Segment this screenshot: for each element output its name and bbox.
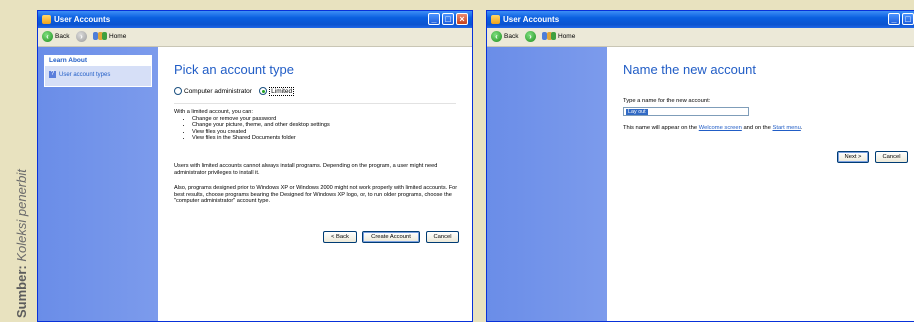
window-title: User Accounts: [54, 15, 111, 24]
learn-about-panel: Learn About ? User account types: [44, 55, 152, 87]
note-text: .: [800, 125, 803, 131]
cancel-button[interactable]: Cancel: [426, 231, 459, 243]
main-content: Name the new account Type a name for the…: [607, 47, 914, 321]
radio-circle-icon: [174, 87, 182, 95]
capability-list: Change or remove your password Change yo…: [174, 116, 462, 142]
radio-limited[interactable]: Limited: [259, 86, 295, 96]
radio-selected-icon: [259, 87, 268, 95]
user-accounts-window-left: User Accounts _ □ × ‹ Back › Home Learn …: [37, 10, 473, 322]
compatibility-note: Also, programs designed prior to Windows…: [174, 185, 458, 205]
user-accounts-icon: [491, 15, 500, 24]
list-item: View files you created: [192, 129, 462, 136]
close-button[interactable]: ×: [456, 13, 468, 25]
back-button[interactable]: < Back: [323, 231, 357, 243]
page-title: Pick an account type: [174, 62, 294, 77]
next-button[interactable]: Next >: [837, 151, 869, 163]
account-name-value: Lay out: [626, 109, 648, 115]
minimize-button[interactable]: _: [428, 13, 440, 25]
cancel-button[interactable]: Cancel: [875, 151, 908, 163]
radio-label: Limited: [269, 86, 295, 96]
task-pane: Learn About ? User account types: [38, 47, 158, 321]
source-caption: Sumber: Koleksi penerbit: [0, 0, 30, 322]
start-menu-link[interactable]: Start menu: [772, 125, 800, 131]
radio-label: Computer administrator: [184, 87, 252, 95]
account-name-input[interactable]: Lay out: [623, 107, 749, 116]
description: With a limited account, you can: Change …: [174, 109, 462, 142]
task-pane: [487, 47, 607, 321]
toolbar: ‹ Back › Home: [487, 28, 914, 47]
account-type-options: Computer administrator Limited: [174, 86, 295, 96]
title-bar[interactable]: User Accounts _ □: [487, 11, 914, 28]
learn-about-heading: Learn About: [45, 56, 151, 66]
home-icon[interactable]: [542, 31, 556, 42]
forward-arrow-icon[interactable]: ›: [525, 31, 536, 42]
toolbar: ‹ Back › Home: [38, 28, 472, 47]
title-bar[interactable]: User Accounts _ □ ×: [38, 11, 472, 28]
main-content: Pick an account type Computer administra…: [158, 47, 472, 321]
install-note: Users with limited accounts cannot alway…: [174, 163, 438, 176]
maximize-button[interactable]: □: [902, 13, 914, 25]
back-arrow-icon[interactable]: ‹: [491, 31, 502, 42]
forward-arrow-icon[interactable]: ›: [76, 31, 87, 42]
caption-label: Sumber:: [14, 265, 29, 318]
intro-text: With a limited account, you can:: [174, 109, 253, 115]
list-item: Change or remove your password: [192, 116, 462, 123]
page-title: Name the new account: [623, 62, 756, 77]
help-icon: ?: [49, 71, 56, 78]
home-icon[interactable]: [93, 31, 107, 42]
window-title: User Accounts: [503, 15, 560, 24]
create-account-button[interactable]: Create Account: [362, 231, 420, 243]
home-button-label[interactable]: Home: [109, 33, 126, 40]
minimize-button[interactable]: _: [888, 13, 900, 25]
list-item: View files in the Shared Documents folde…: [192, 135, 462, 142]
learn-about-link-label: User account types: [59, 72, 111, 79]
welcome-screen-link[interactable]: Welcome screen: [699, 125, 742, 131]
name-visibility-note: This name will appear on the Welcome scr…: [623, 125, 802, 131]
list-item: Change your picture, theme, and other de…: [192, 122, 462, 129]
caption-source: Koleksi penerbit: [14, 169, 29, 262]
back-button-label[interactable]: Back: [504, 33, 518, 40]
home-button-label[interactable]: Home: [558, 33, 575, 40]
back-arrow-icon[interactable]: ‹: [42, 31, 53, 42]
user-accounts-icon: [42, 15, 51, 24]
radio-computer-administrator[interactable]: Computer administrator: [174, 87, 252, 95]
user-accounts-window-right: User Accounts _ □ ‹ Back › Home Name the…: [486, 10, 914, 322]
maximize-button[interactable]: □: [442, 13, 454, 25]
divider: [174, 103, 456, 104]
back-button-label[interactable]: Back: [55, 33, 69, 40]
note-text: This name will appear on the: [623, 125, 698, 131]
name-field-label: Type a name for the new account:: [623, 98, 711, 104]
note-text: and on the: [743, 125, 771, 131]
learn-about-link[interactable]: ? User account types: [49, 71, 110, 78]
